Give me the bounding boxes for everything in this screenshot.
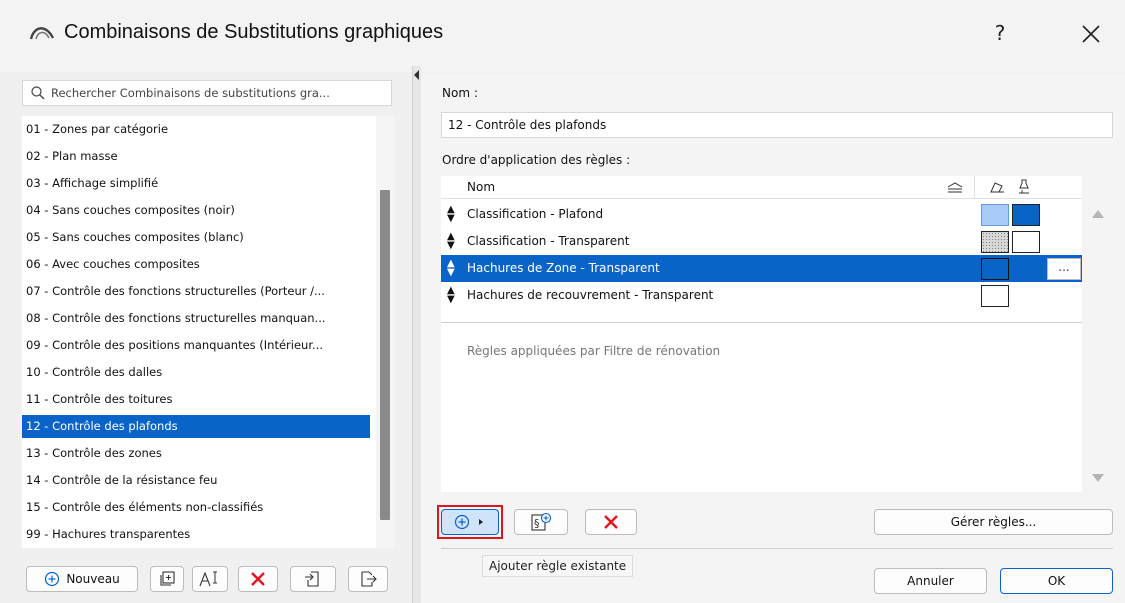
rule-name: Hachures de recouvrement - Transparent [467, 288, 714, 302]
new-rule-icon: § [531, 512, 552, 531]
new-button[interactable]: Nouveau [26, 566, 138, 592]
cancel-button[interactable]: Annuler [874, 568, 987, 594]
reorder-handle-icon[interactable]: ▲ ▼ [447, 232, 455, 251]
list-item[interactable]: 99 - Hachures transparentes [22, 523, 370, 546]
list-item[interactable]: 07 - Contrôle des fonctions structurelle… [22, 280, 370, 303]
delete-x-icon [604, 515, 618, 529]
name-label: Nom : [442, 86, 478, 100]
new-button-label: Nouveau [66, 572, 120, 586]
pen-column-icon [1019, 179, 1029, 194]
list-item[interactable]: 04 - Sans couches composites (noir) [22, 199, 370, 222]
list-item[interactable]: 09 - Contrôle des positions manquantes (… [22, 334, 370, 357]
pen-swatch[interactable] [1012, 204, 1040, 226]
search-input[interactable] [51, 84, 381, 102]
svg-text:§: § [534, 517, 540, 530]
list-item[interactable]: 08 - Contrôle des fonctions structurelle… [22, 307, 370, 330]
pane-splitter[interactable] [412, 66, 421, 603]
delete-x-icon [251, 572, 265, 586]
manage-rules-button[interactable]: Gérer règles... [874, 509, 1113, 535]
tooltip: Ajouter règle existante [482, 555, 634, 577]
column-header-name: Nom [467, 180, 496, 194]
rule-row[interactable]: ▲ ▼ Classification - Transparent [441, 228, 1082, 255]
fill-column-icon [990, 182, 1004, 193]
duplicate-icon [160, 571, 175, 586]
duplicate-button[interactable] [150, 566, 184, 592]
dropdown-arrow-icon [479, 519, 483, 525]
renovation-rules-text: Règles appliquées par Filtre de rénovati… [467, 344, 721, 358]
search-box[interactable] [22, 80, 392, 106]
delete-combination-button[interactable] [238, 566, 278, 592]
list-item[interactable]: 15 - Contrôle des éléments non-classifié… [22, 496, 370, 519]
rule-row-selected[interactable]: ▲ ▼ Hachures de Zone - Transparent ... [441, 255, 1082, 282]
export-icon [361, 571, 377, 587]
scroll-up-icon[interactable] [1092, 210, 1104, 218]
import-button[interactable] [290, 566, 336, 592]
list-item[interactable]: 13 - Contrôle des zones [22, 442, 370, 465]
list-item[interactable]: 11 - Contrôle des toitures [22, 388, 370, 411]
fill-swatch[interactable] [981, 231, 1009, 253]
list-item[interactable]: 06 - Avec couches composites [22, 253, 370, 276]
ok-button[interactable]: OK [1000, 568, 1113, 594]
rules-table-header: Nom [441, 176, 1082, 199]
pen-swatch[interactable] [1012, 231, 1040, 253]
rule-row[interactable]: ▲ ▼ Hachures de recouvrement - Transparen… [441, 282, 1082, 309]
reorder-handle-icon[interactable]: ▲ ▼ [447, 259, 455, 278]
header-divider [974, 176, 975, 198]
layer-column-icon [947, 182, 963, 193]
close-icon[interactable] [1073, 16, 1109, 52]
list-item[interactable]: 01 - Zones par catégorie [22, 118, 370, 141]
export-button[interactable] [348, 566, 388, 592]
fill-swatch[interactable] [981, 285, 1009, 307]
help-button[interactable]: ? [985, 18, 1015, 48]
rule-row[interactable]: ▲ ▼ Classification - Plafond [441, 201, 1082, 228]
list-item[interactable]: 05 - Sans couches composites (blanc) [22, 226, 370, 249]
list-item-selected[interactable]: 12 - Contrôle des plafonds [22, 415, 370, 438]
archicad-logo-icon [29, 27, 55, 40]
rules-order-label: Ordre d'application des règles : [442, 153, 631, 167]
rename-icon [199, 571, 217, 587]
list-item[interactable]: 02 - Plan masse [22, 145, 370, 168]
import-icon [305, 571, 319, 587]
list-item[interactable]: 03 - Affichage simplifié [22, 172, 370, 195]
rules-table: Nom ▲ ▼ Classification - Plafond ▲ ▼ Class… [441, 176, 1082, 492]
name-field[interactable]: 12 - Contrôle des plafonds [441, 112, 1113, 138]
reorder-handle-icon[interactable]: ▲ ▼ [447, 205, 455, 224]
new-rule-button[interactable]: § [514, 509, 568, 535]
footer-divider [441, 548, 1113, 549]
add-circle-icon [454, 514, 470, 530]
more-options-button[interactable]: ... [1047, 258, 1081, 280]
fill-swatch[interactable] [981, 204, 1009, 226]
list-item[interactable]: 14 - Contrôle de la résistance feu [22, 469, 370, 492]
rule-name: Classification - Plafond [467, 207, 604, 221]
collapse-arrow-icon[interactable] [414, 70, 419, 80]
scroll-down-icon[interactable] [1092, 474, 1104, 482]
title-bar: Combinaisons de Substitutions graphiques… [0, 0, 1125, 72]
add-circle-icon [45, 571, 60, 587]
renovation-divider [441, 322, 1082, 323]
list-scrollbar[interactable] [376, 116, 394, 548]
window-title: Combinaisons de Substitutions graphiques [64, 21, 444, 43]
rule-name: Hachures de Zone - Transparent [467, 261, 660, 275]
scrollbar-thumb[interactable] [380, 190, 390, 520]
combinations-list: 01 - Zones par catégorie 02 - Plan masse… [22, 116, 376, 548]
fill-swatch[interactable] [981, 258, 1009, 280]
search-icon [31, 86, 45, 100]
reorder-handle-icon[interactable]: ▲ ▼ [447, 286, 455, 305]
remove-rule-button[interactable] [585, 509, 637, 535]
add-rule-button[interactable] [441, 509, 499, 535]
rename-button[interactable] [192, 566, 228, 592]
rule-name: Classification - Transparent [467, 234, 630, 248]
list-item[interactable]: 10 - Contrôle des dalles [22, 361, 370, 384]
